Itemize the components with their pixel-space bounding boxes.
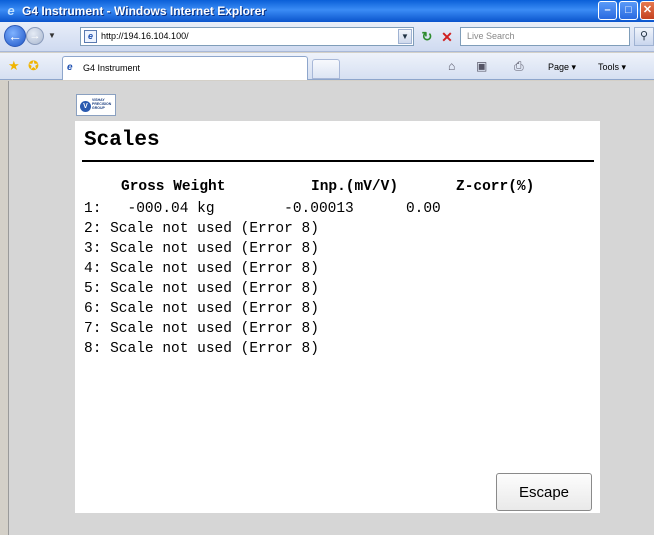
- feeds-icon[interactable]: ▣: [476, 58, 487, 74]
- vishay-logo: V VISHAY PRECISION GROUP: [76, 94, 116, 116]
- refresh-icon[interactable]: ↻: [418, 28, 436, 46]
- page-icon: e: [84, 30, 97, 43]
- logo-mark: V: [80, 101, 91, 112]
- scale-row-1: 1: -000.04 kg -0.00013 0.00: [84, 201, 441, 217]
- address-toolbar: ← → ▼ e http://194.16.104.100/ ▼ ↻ ✕ Liv…: [0, 22, 654, 52]
- tools-menu-label: Tools: [598, 62, 620, 72]
- logo-text: VISHAY PRECISION GROUP: [92, 98, 112, 110]
- header-z-corr: Z-corr(%): [456, 179, 535, 195]
- tab-ie-icon: e: [67, 62, 73, 73]
- window-titlebar: e G4 Instrument - Windows Internet Explo…: [0, 0, 654, 22]
- print-icon[interactable]: ⎙: [514, 58, 524, 74]
- add-favorites-icon[interactable]: ✪: [28, 58, 39, 74]
- tab-toolbar: ★ ✪ e G4 Instrument ⌂ ▣ ⎙ Page ▾ Tools ▾: [0, 53, 654, 80]
- search-icon[interactable]: ⚲: [634, 27, 654, 46]
- close-button[interactable]: ✕: [640, 1, 654, 20]
- scale-row-8: 8: Scale not used (Error 8): [84, 341, 319, 357]
- escape-button[interactable]: Escape: [496, 473, 592, 511]
- title-divider: [82, 160, 594, 162]
- forward-button[interactable]: →: [26, 27, 44, 45]
- header-inp-mvv: Inp.(mV/V): [311, 179, 399, 195]
- minimize-button[interactable]: –: [598, 1, 617, 20]
- header-gross-weight: Gross Weight: [121, 179, 226, 195]
- scale-row-7: 7: Scale not used (Error 8): [84, 321, 319, 337]
- address-dropdown-icon[interactable]: ▼: [398, 29, 412, 44]
- scale-row-2: 2: Scale not used (Error 8): [84, 221, 319, 237]
- stop-icon[interactable]: ✕: [438, 28, 456, 46]
- address-bar[interactable]: e http://194.16.104.100/ ▼: [80, 27, 414, 46]
- address-url: http://194.16.104.100/: [101, 31, 189, 41]
- scale-row-5: 5: Scale not used (Error 8): [84, 281, 319, 297]
- maximize-button[interactable]: □: [619, 1, 638, 20]
- favorites-star-icon[interactable]: ★: [8, 58, 20, 74]
- scale-row-3: 3: Scale not used (Error 8): [84, 241, 319, 257]
- recent-pages-dropdown[interactable]: ▼: [48, 31, 56, 40]
- tab-label: G4 Instrument: [83, 63, 141, 73]
- new-tab-button[interactable]: [312, 59, 340, 79]
- ie-icon: e: [7, 3, 15, 18]
- scale-row-4: 4: Scale not used (Error 8): [84, 261, 319, 277]
- page-menu[interactable]: Page ▾: [548, 60, 576, 74]
- window-title: G4 Instrument - Windows Internet Explore…: [22, 4, 266, 18]
- scale-row-6: 6: Scale not used (Error 8): [84, 301, 319, 317]
- window-controls: – □ ✕: [598, 1, 654, 20]
- home-icon[interactable]: ⌂: [448, 58, 455, 74]
- back-button[interactable]: ←: [4, 25, 26, 47]
- page-menu-label: Page: [548, 62, 570, 72]
- tools-menu[interactable]: Tools ▾: [598, 60, 626, 74]
- scales-panel: Scales Gross Weight Inp.(mV/V) Z-corr(%)…: [75, 121, 600, 513]
- page-title: Scales: [84, 129, 160, 152]
- search-input[interactable]: Live Search: [460, 27, 630, 46]
- tab-g4-instrument[interactable]: e G4 Instrument: [62, 56, 308, 80]
